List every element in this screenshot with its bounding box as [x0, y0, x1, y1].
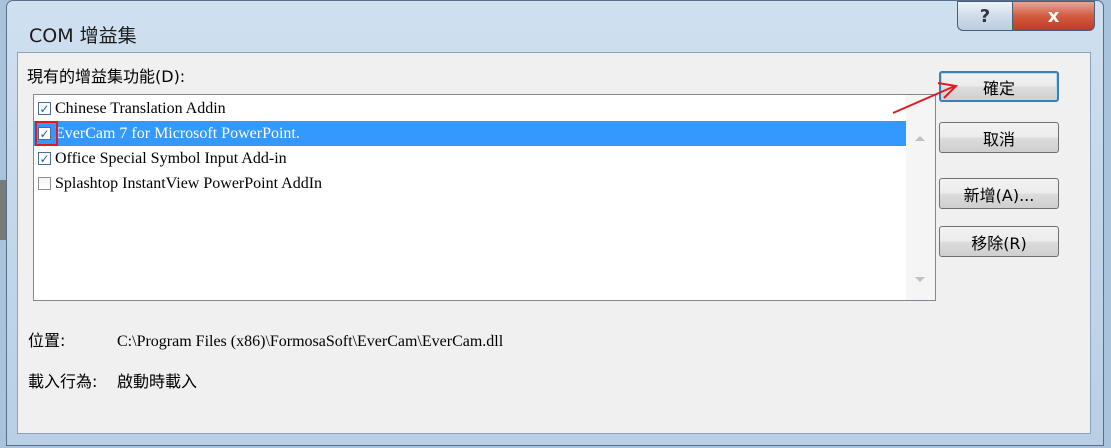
- close-icon: x: [1047, 5, 1060, 27]
- list-item[interactable]: Office Special Symbol Input Add-in: [34, 146, 906, 171]
- load-behavior-value: 啟動時載入: [117, 372, 198, 391]
- load-behavior-label: 載入行為:: [28, 372, 98, 391]
- list-item-label: Chinese Translation Addin: [55, 99, 226, 117]
- remove-button[interactable]: 移除(R): [939, 226, 1059, 257]
- scroll-up-arrow-icon[interactable]: [915, 136, 925, 141]
- cancel-button[interactable]: 取消: [939, 122, 1059, 153]
- addins-list-label: 現有的增益集功能(D):: [27, 67, 186, 86]
- checkbox[interactable]: [38, 177, 51, 190]
- title-bar: COM 增益集 ? x: [7, 1, 1103, 55]
- list-item[interactable]: EverCam 7 for Microsoft PowerPoint.: [34, 121, 906, 146]
- list-item[interactable]: Splashtop InstantView PowerPoint AddIn: [34, 171, 906, 196]
- scroll-down-arrow-icon[interactable]: [915, 277, 925, 282]
- annotation-highlight-box: [35, 121, 58, 146]
- load-behavior-row: 載入行為: 啟動時載入: [28, 368, 197, 392]
- list-item[interactable]: Chinese Translation Addin: [34, 96, 906, 121]
- list-item-label: Office Special Symbol Input Add-in: [55, 149, 287, 167]
- vertical-scrollbar[interactable]: [906, 95, 935, 300]
- list-item-label: Splashtop InstantView PowerPoint AddIn: [55, 174, 323, 192]
- list-item-label: EverCam 7 for Microsoft PowerPoint.: [55, 124, 300, 142]
- location-value: C:\Program Files (x86)\FormosaSoft\EverC…: [117, 333, 504, 350]
- dialog-title: COM 增益集: [29, 25, 137, 47]
- location-row: 位置: C:\Program Files (x86)\FormosaSoft\Ev…: [28, 327, 503, 351]
- caption-buttons: ? x: [957, 1, 1095, 31]
- help-button[interactable]: ?: [957, 1, 1013, 31]
- ok-button[interactable]: 確定: [939, 71, 1059, 102]
- help-icon: ?: [979, 5, 991, 27]
- checkbox[interactable]: [38, 152, 51, 165]
- addins-listbox[interactable]: Chinese Translation Addin EverCam 7 for …: [33, 94, 936, 301]
- dialog-client-area: 現有的增益集功能(D): Chinese Translation Addin E…: [17, 52, 1091, 434]
- addins-items: Chinese Translation Addin EverCam 7 for …: [34, 96, 906, 196]
- location-label: 位置:: [28, 331, 66, 350]
- add-button[interactable]: 新增(A)...: [939, 178, 1059, 209]
- checkbox[interactable]: [38, 102, 51, 115]
- close-button[interactable]: x: [1013, 1, 1095, 31]
